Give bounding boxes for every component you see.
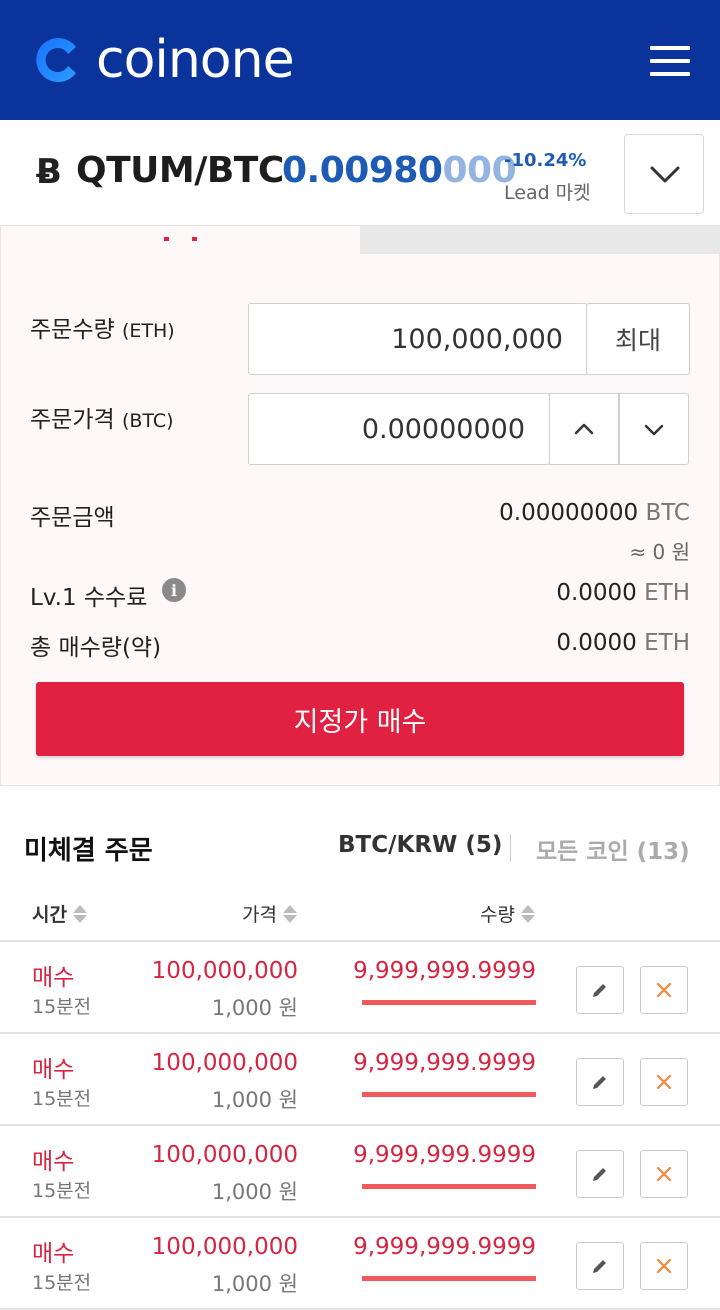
- current-price: 0.00980000: [282, 150, 517, 191]
- price-down-button[interactable]: [619, 393, 689, 465]
- qty-progress-bar: [362, 1184, 536, 1189]
- order-time: 15분전: [32, 1272, 92, 1294]
- divider: [510, 834, 511, 862]
- order-price: 100,000,000: [151, 1142, 298, 1168]
- close-icon: [656, 1074, 672, 1090]
- cancel-order-button[interactable]: [640, 1150, 688, 1198]
- bitcoin-icon: Ƀ: [36, 152, 62, 192]
- coinone-logo[interactable]: coinone: [32, 30, 295, 90]
- order-side: 매수: [32, 1149, 75, 1175]
- fee-label: Lv.1 수수료: [30, 585, 148, 611]
- order-price: 100,000,000: [151, 958, 298, 984]
- chevron-down-icon: [650, 166, 680, 183]
- order-amount-value: 0.00000000 BTC: [499, 500, 690, 526]
- order-row[interactable]: 매수 15분전 100,000,000 1,000 원 9,999,999.99…: [0, 942, 720, 1034]
- order-qty: 9,999,999.9999: [353, 1050, 536, 1076]
- sort-icon: [520, 904, 535, 924]
- sort-icon: [72, 904, 87, 924]
- limit-buy-button[interactable]: 지정가 매수: [36, 682, 684, 756]
- order-price: 100,000,000: [151, 1234, 298, 1260]
- order-krw: 1,000 원: [211, 996, 298, 1020]
- order-qty-value: 100,000,000: [391, 323, 563, 355]
- order-qty: 9,999,999.9999: [353, 958, 536, 984]
- order-price-input[interactable]: 0.00000000: [248, 393, 550, 465]
- fee-value: 0.0000 ETH: [556, 580, 690, 606]
- tab-sell[interactable]: [360, 226, 720, 254]
- order-amount-label: 주문금액: [30, 505, 115, 531]
- info-icon[interactable]: i: [162, 578, 186, 602]
- hamburger-menu-icon[interactable]: [650, 44, 690, 78]
- edit-order-button[interactable]: [576, 1242, 624, 1290]
- order-time: 15분전: [32, 1180, 92, 1202]
- order-price-value: 0.00000000: [361, 413, 525, 445]
- order-side: 매수: [32, 965, 75, 991]
- column-qty[interactable]: 수량: [480, 900, 535, 927]
- order-krw: 1,000 원: [211, 1272, 298, 1296]
- tab-buy-indicator: [164, 226, 200, 241]
- coinone-logo-icon: [32, 33, 86, 87]
- column-price[interactable]: 가격: [242, 900, 297, 927]
- open-orders-title: 미체결 주문: [24, 836, 153, 866]
- tab-all-coins[interactable]: 모든 코인 (13): [536, 832, 690, 866]
- pencil-icon: [593, 984, 606, 997]
- top-header: coinone: [0, 0, 720, 120]
- order-qty-label: 주문수량 (ETH): [30, 317, 175, 343]
- order-krw: 1,000 원: [211, 1088, 298, 1112]
- order-price-label: 주문가격 (BTC): [30, 407, 174, 433]
- pencil-icon: [593, 1076, 606, 1089]
- qty-progress-bar: [362, 1276, 536, 1281]
- edit-order-button[interactable]: [576, 1150, 624, 1198]
- column-time[interactable]: 시간: [32, 900, 87, 927]
- order-side: 매수: [32, 1057, 75, 1083]
- price-change: -10.24%: [504, 150, 587, 171]
- market-pair: QTUM/BTC: [76, 150, 284, 191]
- close-icon: [656, 1258, 672, 1274]
- order-time: 15분전: [32, 996, 92, 1018]
- total-qty-value: 0.0000 ETH: [556, 630, 690, 656]
- order-qty-input[interactable]: 100,000,000: [248, 303, 588, 375]
- chevron-down-icon: [644, 424, 664, 436]
- qty-progress-bar: [362, 1092, 536, 1097]
- order-row[interactable]: 매수 15분전 100,000,000 1,000 원 9,999,999.99…: [0, 1218, 720, 1310]
- market-label: Lead 마켓: [504, 182, 591, 204]
- tab-pair-orders[interactable]: BTC/KRW (5): [338, 832, 502, 858]
- total-qty-label: 총 매수량(약): [30, 635, 162, 661]
- close-icon: [656, 982, 672, 998]
- logo-wordmark: coinone: [96, 30, 295, 90]
- order-side: 매수: [32, 1241, 75, 1267]
- order-price: 100,000,000: [151, 1050, 298, 1076]
- price-significant: 0.00980: [282, 150, 443, 191]
- chevron-up-icon: [574, 423, 594, 435]
- pencil-icon: [593, 1260, 606, 1273]
- order-time: 15분전: [32, 1088, 92, 1110]
- cancel-order-button[interactable]: [640, 1242, 688, 1290]
- cancel-order-button[interactable]: [640, 966, 688, 1014]
- order-krw: 1,000 원: [211, 1180, 298, 1204]
- price-up-button[interactable]: [549, 393, 619, 465]
- close-icon: [656, 1166, 672, 1182]
- order-row[interactable]: 매수 15분전 100,000,000 1,000 원 9,999,999.99…: [0, 1034, 720, 1126]
- market-select-button[interactable]: [624, 134, 704, 214]
- qty-progress-bar: [362, 1000, 536, 1005]
- pencil-icon: [593, 1168, 606, 1181]
- sort-icon: [282, 904, 297, 924]
- order-row[interactable]: 매수 15분전 100,000,000 1,000 원 9,999,999.99…: [0, 1126, 720, 1218]
- max-qty-button[interactable]: 최대: [586, 303, 690, 375]
- order-qty: 9,999,999.9999: [353, 1234, 536, 1260]
- edit-order-button[interactable]: [576, 966, 624, 1014]
- edit-order-button[interactable]: [576, 1058, 624, 1106]
- cancel-order-button[interactable]: [640, 1058, 688, 1106]
- order-amount-krw: ≈ 0 원: [629, 540, 690, 564]
- order-qty: 9,999,999.9999: [353, 1142, 536, 1168]
